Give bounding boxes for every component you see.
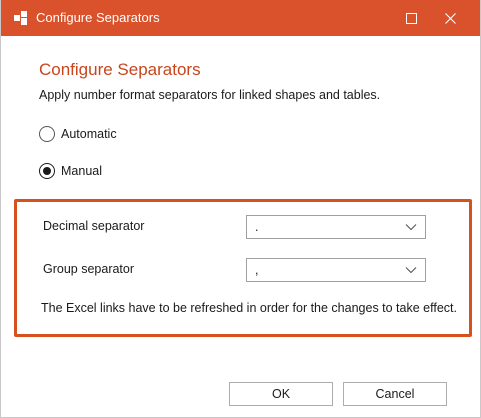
maximize-button[interactable] xyxy=(396,0,426,36)
chevron-down-icon xyxy=(405,224,417,231)
app-logo-icon xyxy=(14,11,27,25)
radio-manual-label[interactable]: Manual xyxy=(61,164,102,178)
decimal-separator-label: Decimal separator xyxy=(43,219,145,233)
group-separator-select[interactable]: , xyxy=(246,258,426,282)
decimal-separator-select[interactable]: . xyxy=(246,215,426,239)
group-separator-value: , xyxy=(255,263,259,277)
radio-automatic-circle[interactable] xyxy=(39,126,55,142)
title-bar[interactable]: Configure Separators xyxy=(1,0,480,36)
close-button[interactable] xyxy=(435,0,465,36)
radio-automatic-label[interactable]: Automatic xyxy=(61,127,117,141)
close-icon xyxy=(444,12,456,24)
radio-manual[interactable]: Manual xyxy=(39,161,102,181)
group-separator-label: Group separator xyxy=(43,262,135,276)
maximize-icon xyxy=(405,12,417,24)
radio-automatic[interactable]: Automatic xyxy=(39,124,117,144)
radio-manual-circle[interactable] xyxy=(39,163,55,179)
ok-button[interactable]: OK xyxy=(229,382,333,406)
decimal-separator-value: . xyxy=(255,220,259,234)
cancel-button[interactable]: Cancel xyxy=(343,382,447,406)
window-title: Configure Separators xyxy=(36,10,160,25)
dialog-heading: Configure Separators xyxy=(39,60,201,79)
dialog-description: Apply number format separators for linke… xyxy=(39,88,381,102)
chevron-down-icon xyxy=(405,267,417,274)
configure-separators-dialog: Configure Separators Configure Separator… xyxy=(0,0,481,418)
refresh-note: The Excel links have to be refreshed in … xyxy=(41,301,457,315)
